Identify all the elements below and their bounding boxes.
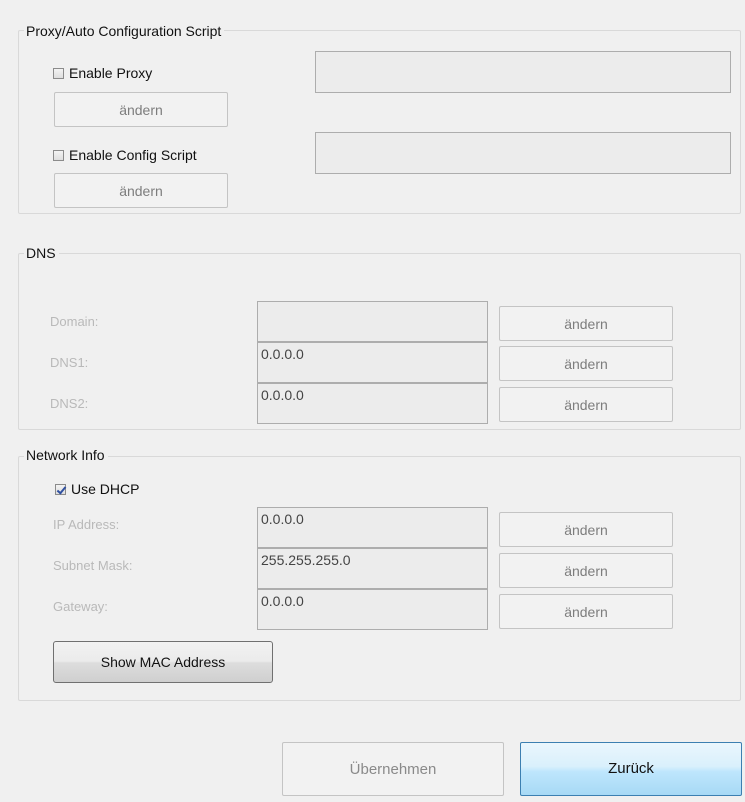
enable-proxy-label: Enable Proxy [69, 65, 153, 81]
apply-button[interactable]: Übernehmen [282, 742, 504, 796]
dns-group-title: DNS [24, 245, 59, 261]
domain-field[interactable] [257, 301, 488, 342]
proxy-group-title: Proxy/Auto Configuration Script [24, 23, 225, 39]
show-mac-address-button[interactable]: Show MAC Address [53, 641, 273, 683]
enable-config-script-checkbox-box[interactable] [53, 149, 64, 161]
back-button[interactable]: Zurück [520, 742, 742, 796]
gateway-field[interactable]: 0.0.0.0 [257, 589, 488, 630]
dns1-field[interactable]: 0.0.0.0 [257, 342, 488, 383]
enable-config-script-label: Enable Config Script [69, 147, 197, 163]
config-script-field[interactable] [315, 132, 731, 174]
proxy-change-button[interactable]: ändern [54, 92, 228, 127]
enable-config-script-checkbox[interactable]: Enable Config Script [53, 147, 197, 163]
enable-proxy-checkbox[interactable]: Enable Proxy [53, 65, 152, 81]
dns1-label: DNS1: [50, 355, 89, 370]
network-info-group-title: Network Info [24, 447, 108, 463]
use-dhcp-checkbox-box[interactable] [55, 483, 66, 495]
enable-proxy-checkbox-box[interactable] [53, 67, 64, 79]
subnet-mask-label: Subnet Mask: [53, 558, 133, 573]
subnet-mask-change-button[interactable]: ändern [499, 553, 673, 588]
ip-address-label: IP Address: [53, 517, 120, 532]
gateway-change-button[interactable]: ändern [499, 594, 673, 629]
gateway-label: Gateway: [53, 599, 108, 614]
domain-change-button[interactable]: ändern [499, 306, 673, 341]
ip-address-field[interactable]: 0.0.0.0 [257, 507, 488, 548]
ip-address-change-button[interactable]: ändern [499, 512, 673, 547]
dns2-field[interactable]: 0.0.0.0 [257, 383, 488, 424]
dns1-change-button[interactable]: ändern [499, 346, 673, 381]
domain-label: Domain: [50, 314, 99, 329]
use-dhcp-checkbox[interactable]: Use DHCP [55, 481, 139, 497]
subnet-mask-field[interactable]: 255.255.255.0 [257, 548, 488, 589]
dns2-label: DNS2: [50, 396, 89, 411]
use-dhcp-label: Use DHCP [71, 481, 140, 497]
proxy-address-field[interactable] [315, 51, 731, 93]
dns2-change-button[interactable]: ändern [499, 387, 673, 422]
config-script-change-button[interactable]: ändern [54, 173, 228, 208]
